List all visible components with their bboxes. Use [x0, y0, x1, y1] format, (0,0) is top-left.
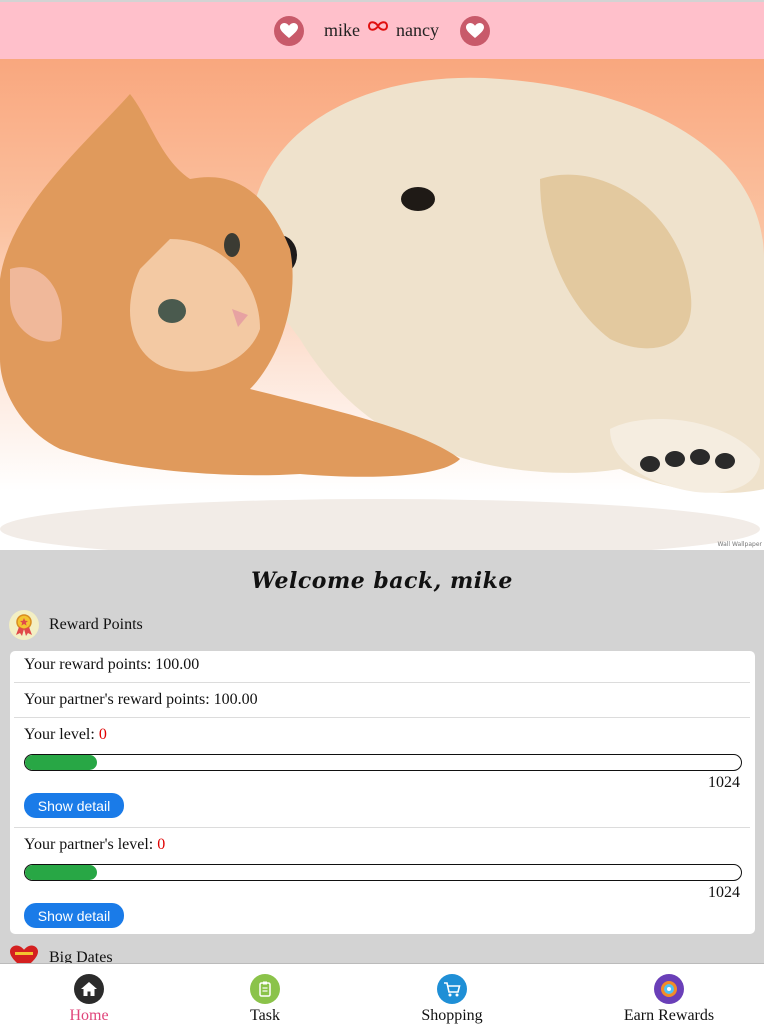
nav-task[interactable]: Task — [195, 964, 335, 1032]
kitten-puppy-illustration — [0, 77, 764, 550]
heart-icon-right[interactable] — [460, 16, 490, 46]
my-level-label: Your level: — [24, 726, 99, 743]
watermark: Wall Wallpaper — [717, 541, 762, 548]
heart-icon-left[interactable] — [274, 16, 304, 46]
top-header: mike nancy — [0, 2, 764, 59]
nav-label: Home — [69, 1007, 109, 1024]
divider — [14, 827, 750, 828]
home-icon — [74, 974, 104, 1004]
section-title: Reward Points — [49, 616, 143, 633]
nav-label: Earn Rewards — [623, 1007, 715, 1024]
partner-level-value: 0 — [157, 836, 166, 853]
partner-reward-points: Your partner's reward points: 100.00 — [24, 691, 258, 708]
medal-icon — [9, 610, 39, 640]
divider — [14, 682, 750, 683]
partner-level-progress — [24, 864, 742, 881]
my-level-value: 0 — [98, 726, 107, 743]
nav-home[interactable]: Home — [19, 964, 159, 1032]
nav-earn-rewards[interactable]: Earn Rewards — [599, 964, 739, 1032]
divider — [14, 717, 750, 718]
user-name: mike — [324, 20, 360, 40]
my-reward-points: Your reward points: 100.00 — [24, 656, 200, 673]
partner-name: nancy — [396, 20, 439, 40]
clipboard-icon — [250, 974, 280, 1004]
nav-label: Shopping — [421, 1007, 483, 1024]
partner-level-label: Your partner's level: — [24, 836, 158, 853]
partner-show-detail-button[interactable]: Show detail — [24, 903, 124, 928]
my-level-progress — [24, 754, 742, 771]
partner-level-row: Your partner's level: 0 — [24, 836, 165, 854]
infinity-icon — [367, 19, 389, 38]
my-level-progress-fill — [25, 755, 97, 770]
my-level-row: Your level: 0 — [24, 726, 107, 744]
cart-icon — [437, 974, 467, 1004]
bottom-nav: Home Task Shopping Earn Rewards — [0, 963, 764, 1032]
nav-label: Task — [250, 1007, 280, 1024]
rewards-icon — [654, 974, 684, 1004]
nav-shopping[interactable]: Shopping — [382, 964, 522, 1032]
reward-card: Your reward points: 100.00 Your partner'… — [10, 651, 755, 934]
show-detail-button[interactable]: Show detail — [24, 793, 124, 818]
welcome-title: Welcome back, mike — [251, 568, 513, 594]
partner-level-max: 1024 — [708, 884, 740, 901]
my-level-max: 1024 — [708, 774, 740, 791]
partner-level-progress-fill — [25, 865, 97, 880]
hero-image: Wall Wallpaper — [0, 59, 764, 550]
